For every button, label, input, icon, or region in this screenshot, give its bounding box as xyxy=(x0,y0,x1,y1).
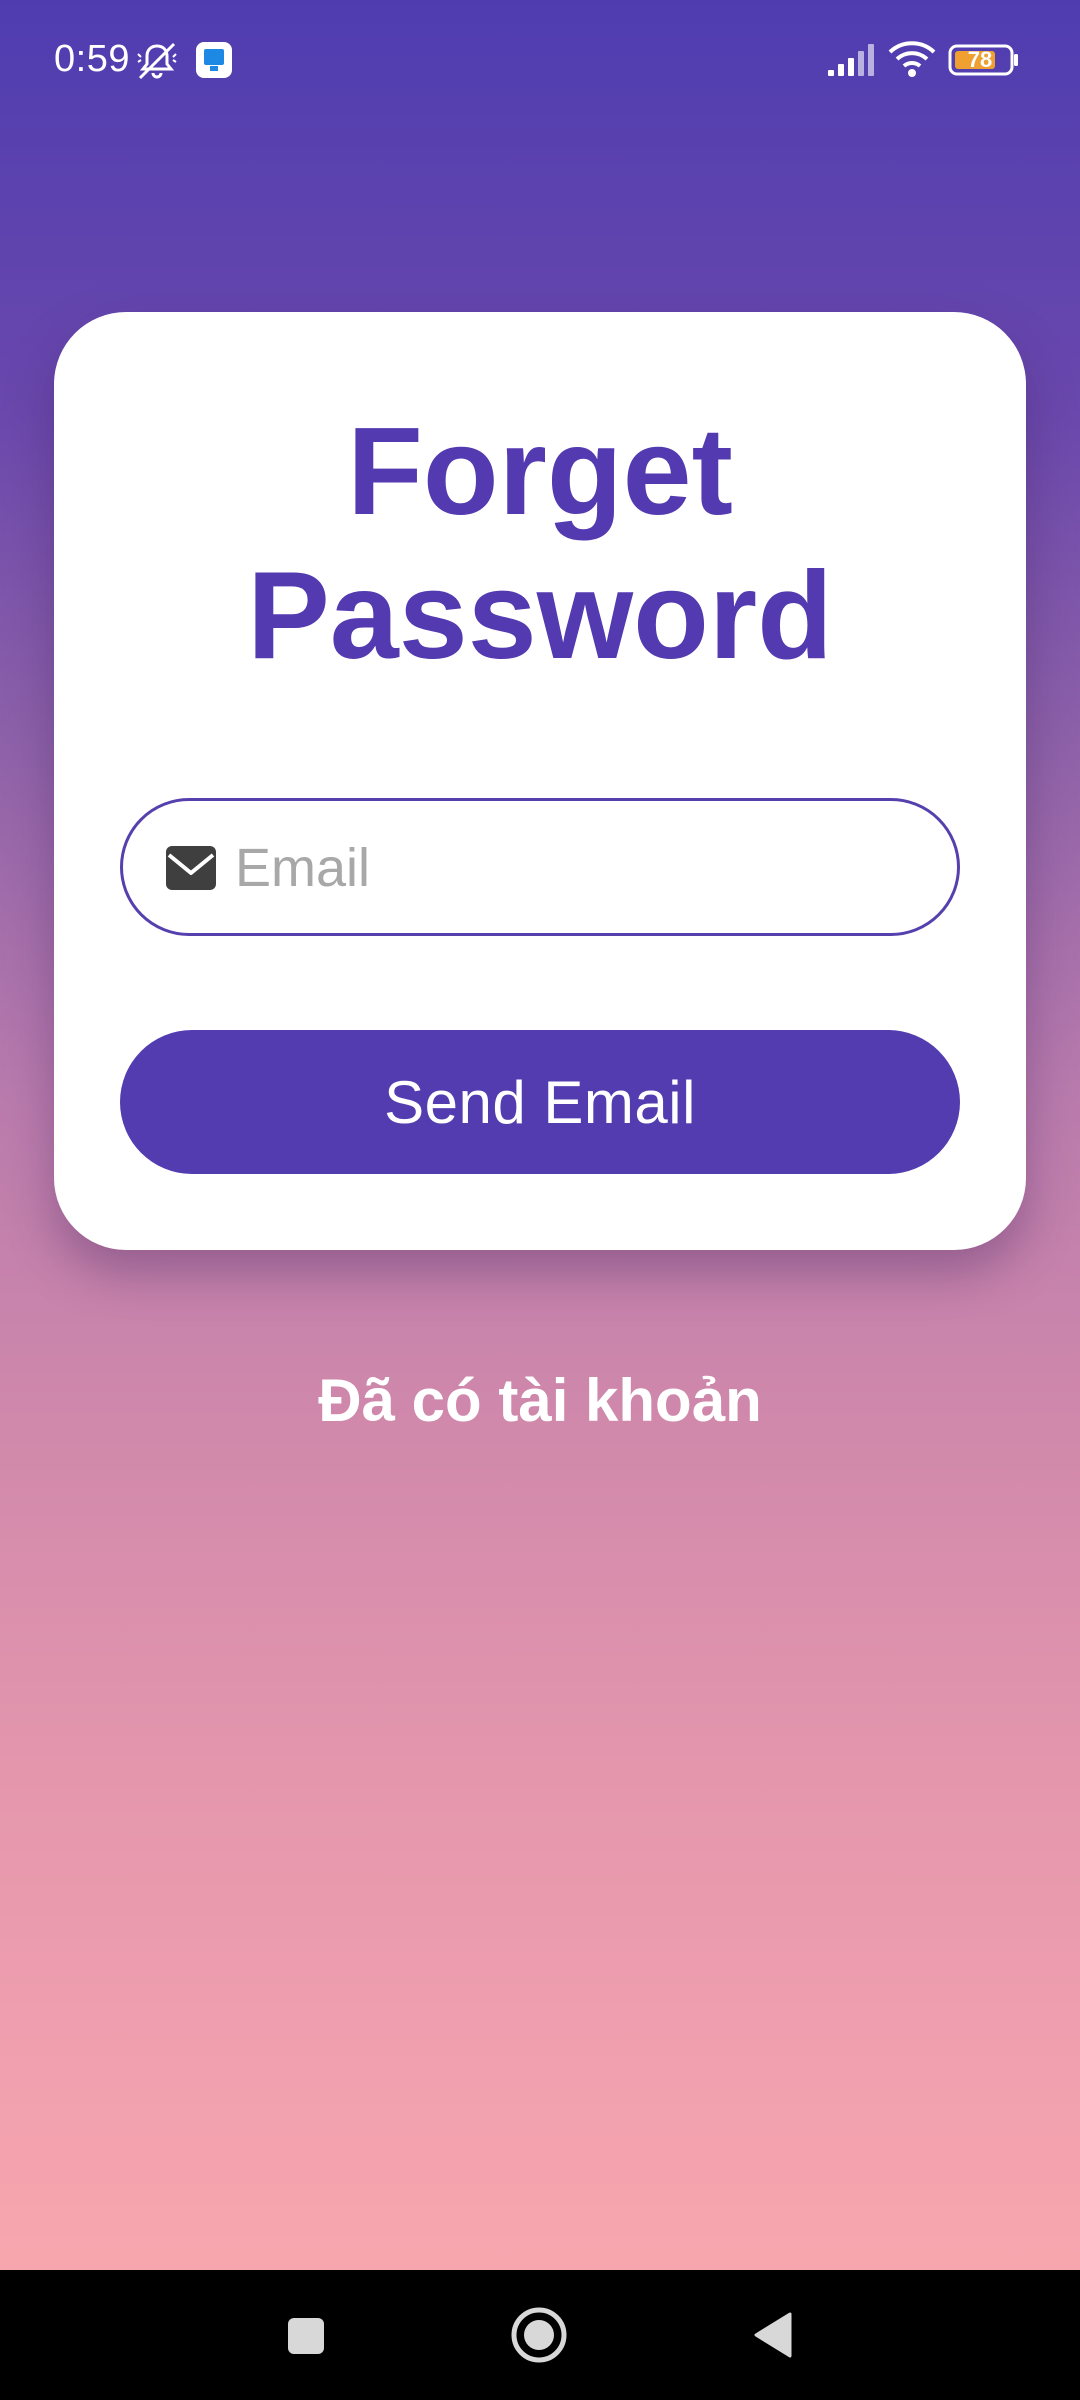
forget-password-screen: 0:59 78 Forget Password Email Send Email… xyxy=(0,0,1080,2270)
forget-password-card: Forget Password Send Email xyxy=(54,312,1026,1250)
send-email-button[interactable]: Send Email xyxy=(120,1030,960,1174)
navigation-bar xyxy=(0,2270,1080,2400)
home-icon[interactable] xyxy=(510,2306,568,2364)
back-icon[interactable] xyxy=(752,2310,792,2360)
status-bar: 0:59 78 xyxy=(0,0,1080,120)
signal-icon xyxy=(828,44,874,76)
page-title: Forget Password xyxy=(247,403,833,685)
envelope-icon xyxy=(166,846,216,890)
email-field[interactable] xyxy=(120,798,960,936)
bell-off-icon xyxy=(137,42,177,80)
wifi-icon xyxy=(888,41,936,77)
battery-level: 78 xyxy=(967,47,993,72)
recent-apps-icon[interactable] xyxy=(286,2316,326,2356)
email-input[interactable] xyxy=(235,825,935,911)
app-notification-icon xyxy=(196,42,232,78)
login-link[interactable]: Đã có tài khoản xyxy=(0,1366,1080,1435)
status-time: 0:59 xyxy=(54,38,130,80)
